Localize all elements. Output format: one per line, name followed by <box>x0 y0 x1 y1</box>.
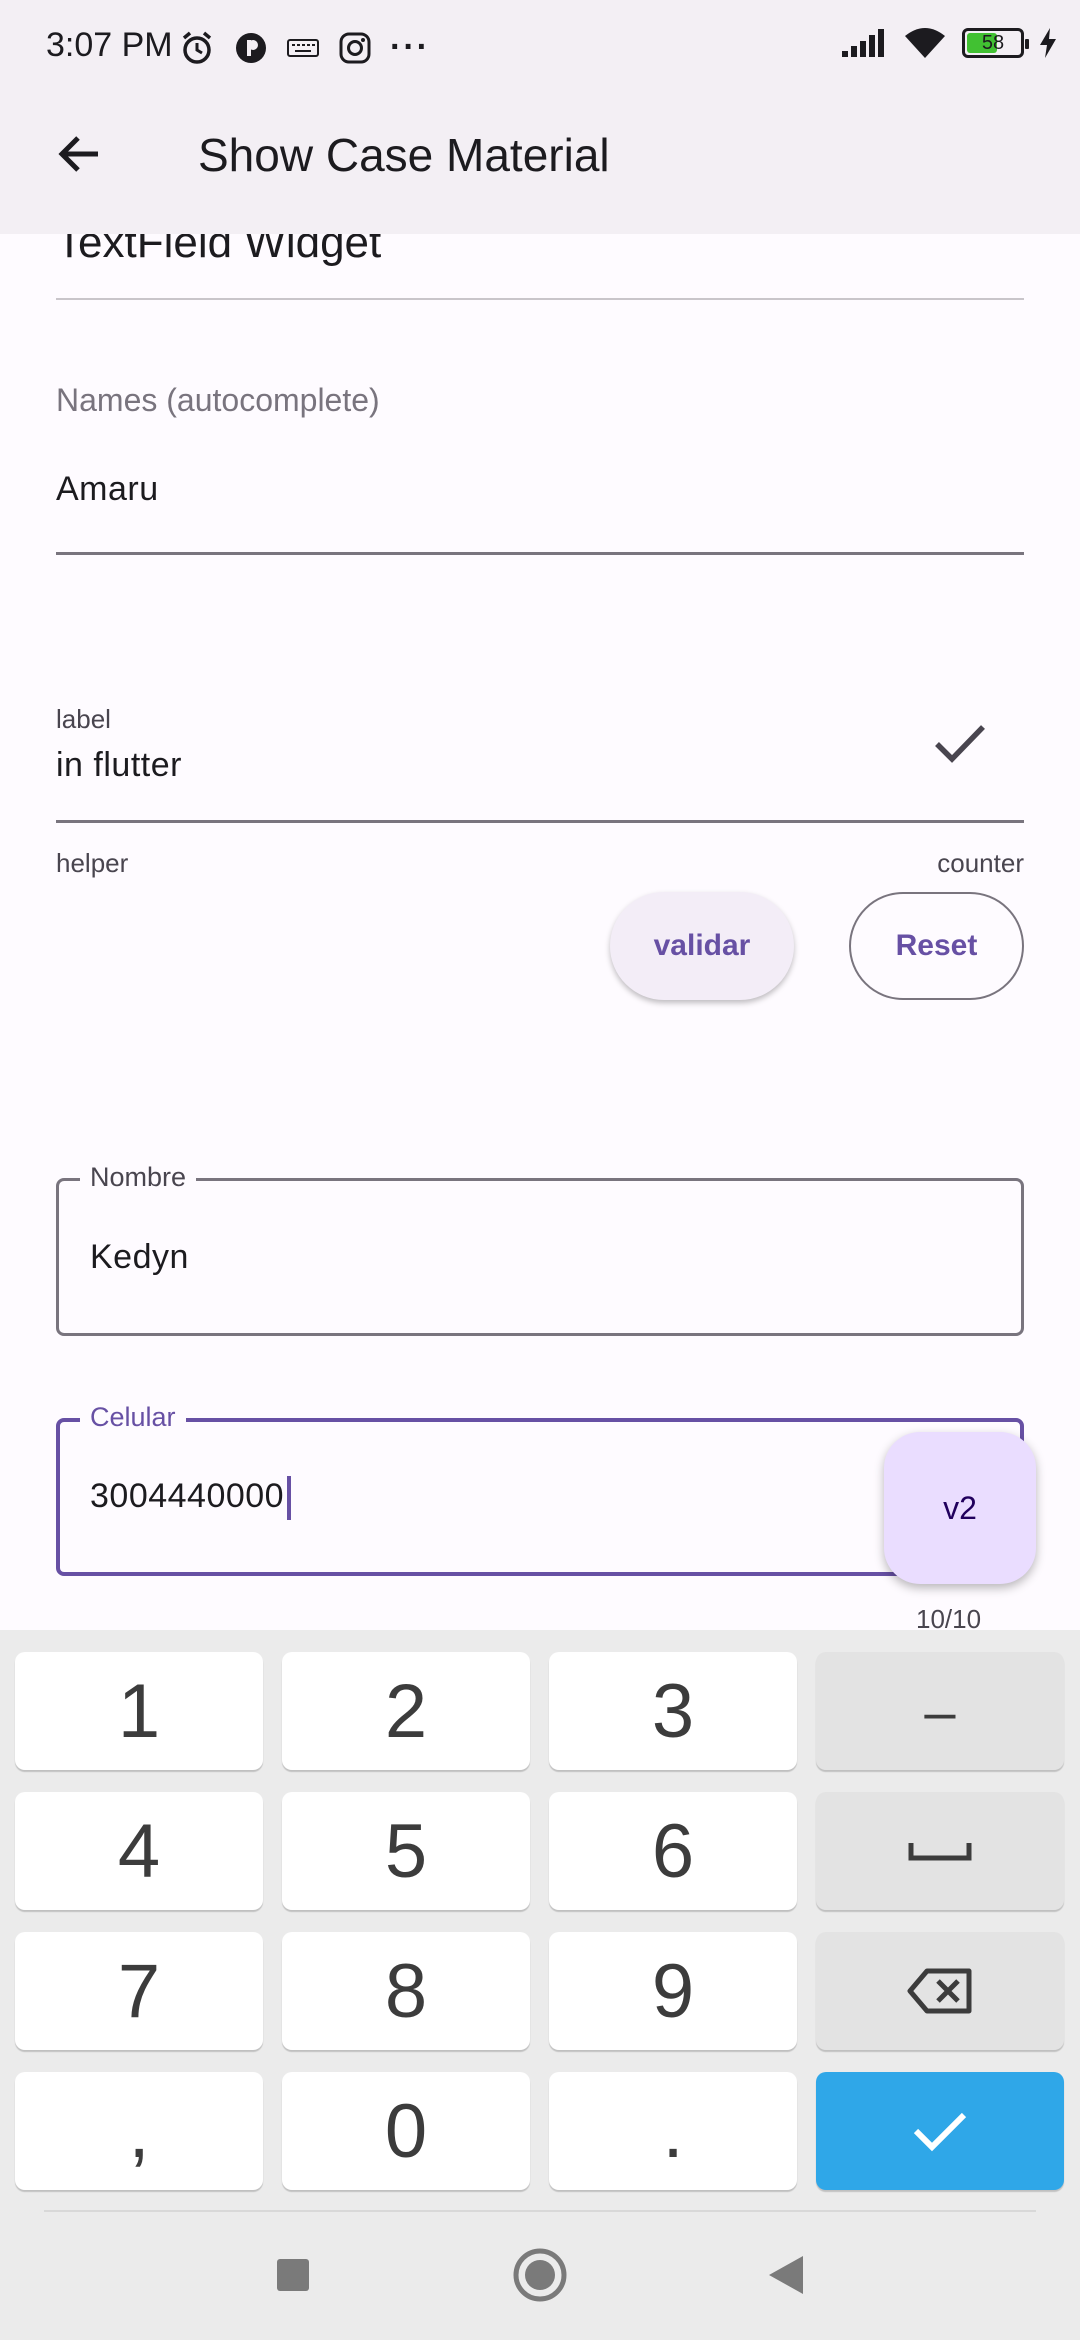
celular-field-counter: 10/10 <box>916 1604 982 1630</box>
flutter-field-underline <box>56 820 1024 823</box>
reset-button[interactable]: Reset <box>849 892 1024 1000</box>
key-done[interactable] <box>816 2072 1064 2190</box>
key-7[interactable]: 7 <box>15 1932 263 2050</box>
key-4[interactable]: 4 <box>15 1792 263 1910</box>
recent-apps-button[interactable] <box>258 2244 328 2306</box>
page-title: Show Case Material <box>198 129 610 181</box>
scroll-content[interactable]: TextField Widget Names (autocomplete) Am… <box>0 234 1080 1630</box>
battery-level: 58 <box>981 32 1005 54</box>
key-minus[interactable]: – <box>816 1652 1064 1770</box>
flutter-field-helper: helper <box>56 848 129 878</box>
key-8[interactable]: 8 <box>282 1932 530 2050</box>
flutter-field-input[interactable]: in flutter <box>56 746 182 785</box>
celular-field-input-row[interactable]: 3004440000 <box>90 1476 292 1520</box>
keyboard-icon <box>287 38 319 57</box>
text-cursor <box>287 1476 292 1520</box>
key-backspace[interactable] <box>816 1932 1064 2050</box>
v2-fab-button[interactable]: v2 <box>884 1432 1036 1584</box>
names-field-label: Names (autocomplete) <box>56 382 380 418</box>
key-5[interactable]: 5 <box>282 1792 530 1910</box>
status-time: 3:07 PM <box>46 26 173 64</box>
nombre-field-input[interactable]: Kedyn <box>90 1238 189 1277</box>
celular-field-label: Celular <box>80 1402 186 1433</box>
check-icon <box>935 725 985 763</box>
flutter-field-counter: counter <box>937 848 1024 878</box>
square-icon <box>277 2259 309 2291</box>
back-button[interactable] <box>44 120 112 188</box>
charging-bolt-icon <box>1040 28 1056 58</box>
numeric-keyboard: 1 2 3 – 4 5 6 7 8 9 , 0 . <box>0 1630 1080 2340</box>
back-nav-button[interactable] <box>750 2244 822 2306</box>
more-notifications-icon: ··· <box>390 28 430 66</box>
key-0[interactable]: 0 <box>282 2072 530 2190</box>
instagram-icon <box>339 32 371 63</box>
status-system-icons: 58 <box>840 26 1058 60</box>
arrow-back-icon <box>58 136 98 172</box>
section-divider <box>56 298 1024 300</box>
triangle-back-icon <box>769 2256 803 2294</box>
battery-tip <box>1025 39 1029 49</box>
key-6[interactable]: 6 <box>549 1792 797 1910</box>
flutter-field-label: label <box>56 704 111 734</box>
alarm-icon <box>182 31 212 64</box>
key-2[interactable]: 2 <box>282 1652 530 1770</box>
key-comma[interactable]: , <box>15 2072 263 2190</box>
backspace-icon <box>907 1968 972 2014</box>
home-button[interactable] <box>504 2244 576 2306</box>
space-icon <box>908 1843 972 1861</box>
nav-bar-divider <box>44 2210 1036 2212</box>
app-notification-icon <box>236 32 266 63</box>
section-heading: TextField Widget <box>56 234 382 267</box>
names-field-underline <box>56 552 1024 555</box>
battery-icon: 58 <box>962 28 1029 58</box>
key-1[interactable]: 1 <box>15 1652 263 1770</box>
check-icon <box>913 2112 967 2152</box>
status-notification-icons: ··· <box>178 28 430 67</box>
key-space[interactable] <box>816 1792 1064 1910</box>
key-period[interactable]: . <box>549 2072 797 2190</box>
validate-button[interactable]: validar <box>610 892 794 1000</box>
wifi-icon <box>905 28 945 58</box>
key-9[interactable]: 9 <box>549 1932 797 2050</box>
nombre-field-label: Nombre <box>80 1162 197 1193</box>
names-field-input[interactable]: Amaru <box>56 470 159 509</box>
home-circle-icon <box>513 2248 567 2302</box>
celular-field-input[interactable]: 3004440000 <box>90 1477 284 1515</box>
signal-icon <box>842 29 884 57</box>
key-3[interactable]: 3 <box>549 1652 797 1770</box>
nombre-field[interactable] <box>56 1178 1024 1336</box>
